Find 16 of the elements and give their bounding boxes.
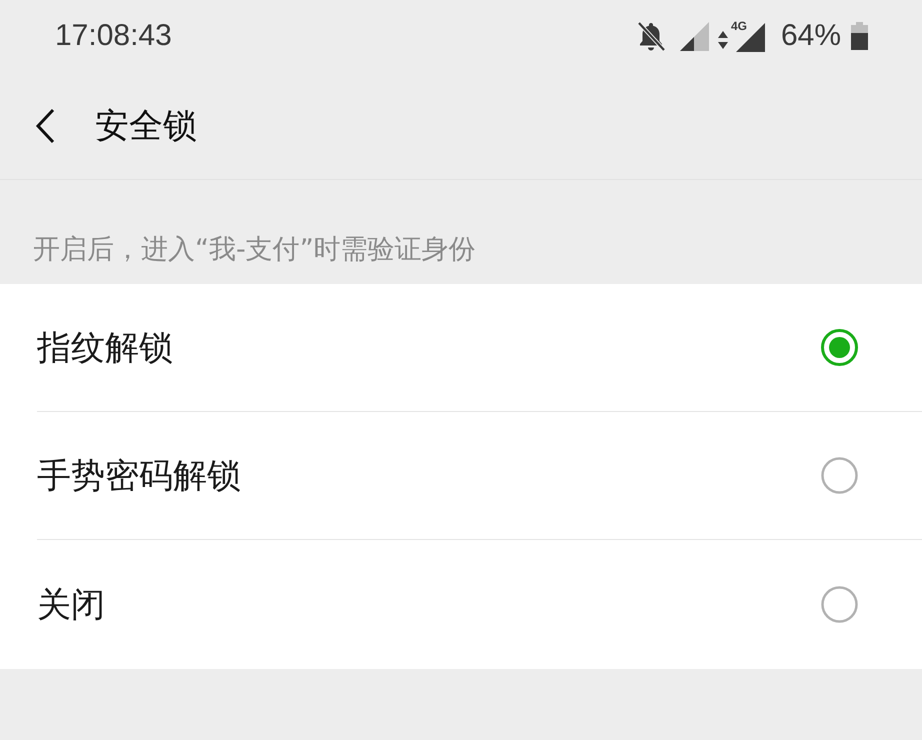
signal-weak-icon xyxy=(678,21,709,51)
battery-percent: 64% xyxy=(780,19,841,53)
radio-icon[interactable] xyxy=(821,586,858,623)
radio-icon[interactable] xyxy=(821,457,858,494)
description-text: 开启后，进入“我-支付”时需验证身份 xyxy=(32,233,477,267)
back-button[interactable] xyxy=(33,106,57,144)
page-title: 安全锁 xyxy=(95,104,197,148)
back-chevron-icon xyxy=(33,106,57,144)
radio-selected-icon[interactable] xyxy=(821,329,858,366)
battery-icon xyxy=(851,22,868,50)
option-row[interactable]: 手势密码解锁 xyxy=(37,412,922,540)
data-arrows-icon xyxy=(716,30,729,50)
network-type: 4G xyxy=(730,20,747,32)
option-row[interactable]: 指纹解锁 xyxy=(37,284,922,412)
status-time: 17:08:43 xyxy=(55,19,172,53)
option-row[interactable]: 关闭 xyxy=(37,540,922,669)
